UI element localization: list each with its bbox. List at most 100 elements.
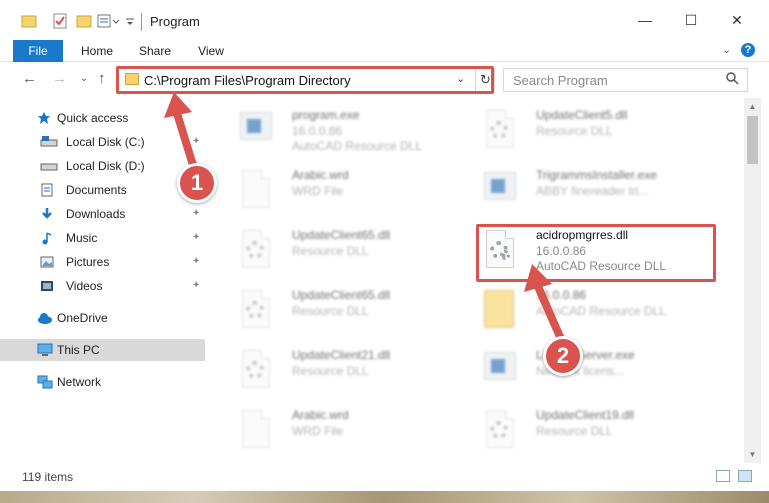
file-item[interactable]: UpdateClient65.dll Resource DLL [234, 284, 484, 340]
step-badge-2: 2 [543, 336, 583, 376]
recent-locations-button[interactable]: ⌄ [80, 73, 88, 84]
dll-icon [234, 288, 278, 332]
file-name: program.exe [292, 108, 360, 122]
documents-icon [40, 183, 54, 197]
pin-icon[interactable]: ✦ [192, 232, 200, 243]
file-detail: Resource DLL [536, 424, 613, 438]
dropdown-icon[interactable] [124, 13, 140, 29]
file-item[interactable]: 16.0.0.86 AutoCAD Resource DLL [478, 284, 728, 340]
tab-file[interactable]: File [13, 40, 63, 62]
nav-label: OneDrive [57, 311, 108, 325]
file-item[interactable]: UpdateClient21.dll Resource DLL [234, 344, 484, 400]
nav-label: Videos [66, 279, 103, 293]
file-name: UpdateClient21.dll [292, 348, 391, 362]
file-name: TrigrammsInstaller.exe [536, 168, 657, 182]
drive-icon [40, 159, 58, 173]
file-detail: Resource DLL [536, 124, 613, 138]
zip-icon [478, 288, 522, 332]
file-detail: Resource DLL [292, 244, 369, 258]
ribbon-tabs: File Home Share View ⌄ ? [0, 40, 769, 62]
pictures-icon [40, 255, 54, 269]
tab-home[interactable]: Home [74, 40, 120, 62]
minimize-button[interactable]: — [622, 0, 668, 40]
file-detail: Resource DLL [292, 304, 369, 318]
customize-icon[interactable] [97, 13, 120, 29]
window-title: Program [150, 14, 200, 29]
ribbon-expand-icon[interactable]: ⌄ [722, 43, 731, 56]
search-box[interactable]: Search Program [503, 68, 748, 92]
file-detail: WRD File [292, 424, 344, 438]
exe-icon [478, 168, 522, 212]
file-item[interactable]: LicenseServer.exe Network licens... [478, 344, 728, 400]
nav-onedrive[interactable]: OneDrive [0, 307, 205, 329]
scroll-down-icon[interactable]: ▼ [744, 446, 761, 463]
nav-downloads[interactable]: Downloads ✦ [0, 203, 205, 225]
music-icon [40, 231, 54, 245]
scroll-thumb[interactable] [747, 116, 758, 164]
nav-label: Music [66, 231, 98, 245]
step-badge-1: 1 [177, 163, 217, 203]
file-item[interactable]: Arabic.wrd WRD File [234, 404, 484, 460]
forward-button[interactable]: → [52, 70, 67, 87]
details-view-icon[interactable] [716, 470, 730, 482]
file-item[interactable]: Arabic.wrd WRD File [234, 164, 484, 220]
cloud-icon [37, 311, 52, 325]
maximize-button[interactable]: ☐ [668, 0, 714, 40]
file-name: UpdateClient5.dll [536, 108, 628, 122]
search-icon [726, 72, 739, 88]
exe-icon [234, 108, 278, 152]
file-highlight-box [476, 224, 716, 282]
network-icon [37, 375, 53, 389]
videos-icon [40, 279, 54, 293]
drive-icon [40, 135, 58, 149]
help-icon[interactable]: ? [741, 43, 755, 57]
scroll-up-icon[interactable]: ▲ [744, 98, 761, 115]
up-button[interactable]: ↑ [98, 70, 106, 87]
tab-view[interactable]: View [190, 40, 232, 62]
pin-icon[interactable]: ✦ [192, 256, 200, 267]
download-icon [40, 207, 54, 221]
file-item[interactable]: TrigrammsInstaller.exe ABBY finereader t… [478, 164, 728, 220]
pin-icon[interactable]: ✦ [192, 280, 200, 291]
close-button[interactable]: ✕ [714, 0, 760, 40]
file-item[interactable]: UpdateClient19.dll Resource DLL [478, 404, 728, 460]
search-input[interactable]: Search Program [513, 73, 608, 88]
tab-share[interactable]: Share [132, 40, 178, 62]
large-icons-view-icon[interactable] [738, 470, 752, 482]
nav-label: Pictures [66, 255, 110, 269]
pin-icon[interactable]: ✦ [192, 208, 200, 219]
folder-icon[interactable] [21, 13, 37, 29]
nav-label: Downloads [66, 207, 126, 221]
file-detail: ABBY finereader tri... [536, 184, 649, 198]
file-detail: 16.0.0.86 [292, 124, 343, 138]
file-name: Arabic.wrd [292, 408, 349, 422]
nav-label: Local Disk (D:) [66, 159, 145, 173]
file-item[interactable]: UpdateClient5.dll Resource DLL [478, 104, 728, 160]
nav-videos[interactable]: Videos ✦ [0, 275, 205, 297]
nav-network[interactable]: Network [0, 371, 205, 393]
nav-this-pc[interactable]: This PC [0, 339, 205, 361]
vertical-scrollbar[interactable]: ▲ ▼ [744, 98, 761, 463]
nav-music[interactable]: Music ✦ [0, 227, 205, 249]
file-item[interactable]: program.exe 16.0.0.86 AutoCAD Resource D… [234, 104, 484, 160]
new-folder-icon[interactable] [76, 13, 92, 29]
dll-icon [234, 228, 278, 272]
back-button[interactable]: ← [22, 70, 37, 87]
file-name: UpdateClient65.dll [292, 228, 391, 242]
title-separator [141, 13, 142, 31]
nav-label: Local Disk (C:) [66, 135, 145, 149]
file-icon [234, 408, 278, 452]
nav-pictures[interactable]: Pictures ✦ [0, 251, 205, 273]
nav-label: Quick access [57, 111, 129, 125]
file-detail: WRD File [292, 184, 344, 198]
file-item[interactable]: UpdateClient65.dll Resource DLL [234, 224, 484, 280]
file-detail: Resource DLL [292, 364, 369, 378]
star-icon [37, 111, 51, 125]
nav-label: Documents [66, 183, 127, 197]
properties-icon[interactable] [52, 13, 68, 29]
file-detail: AutoCAD Resource DLL [292, 139, 423, 153]
status-bar: 119 items [0, 463, 769, 491]
help-glyph: ? [744, 44, 752, 56]
title-bar: Program — ☐ ✕ [0, 0, 769, 40]
item-count: 119 items [22, 470, 74, 484]
